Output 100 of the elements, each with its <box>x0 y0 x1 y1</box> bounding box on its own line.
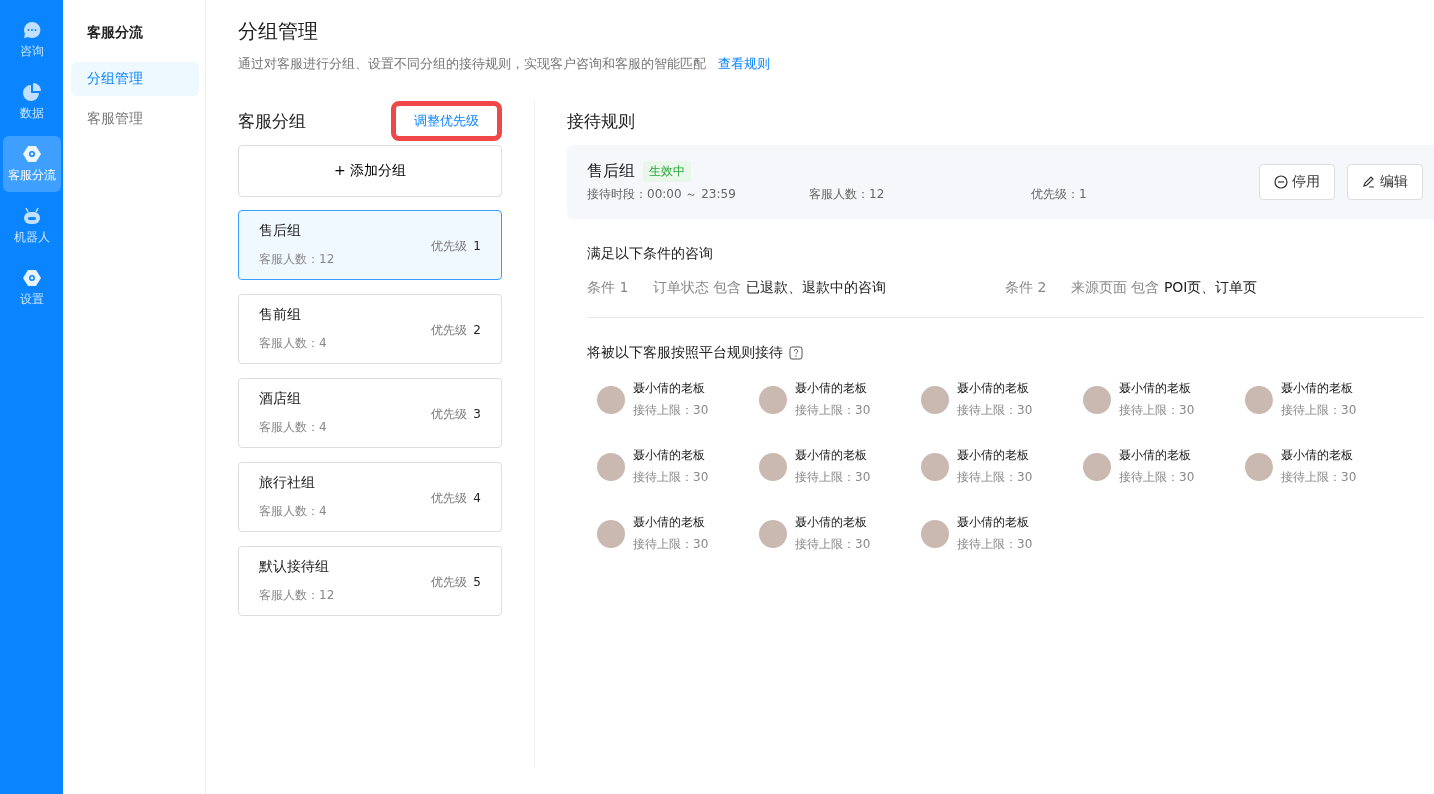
group-card[interactable]: 售前组 客服人数：4 优先级 2 <box>238 294 502 364</box>
priority-label: 优先级 <box>431 239 468 253</box>
agents-title: 将被以下客服按照平台规则接待 <box>587 344 783 362</box>
agent-name: 聂小倩的老板 <box>957 380 1030 397</box>
agent-limit: 接待上限：30 <box>633 403 709 417</box>
agent-name: 聂小倩的老板 <box>633 380 706 397</box>
minus-circle-icon <box>1274 175 1288 189</box>
group-staff-count: 客服人数：4 <box>259 420 327 434</box>
conditions-title: 满足以下条件的咨询 <box>587 245 713 263</box>
page-title: 分组管理 <box>238 18 319 45</box>
adjust-priority-button[interactable]: 调整优先级 <box>391 101 502 141</box>
agent-limit: 接待上限：30 <box>633 470 709 484</box>
nav-rail-item[interactable]: 设置 <box>2 260 61 316</box>
agent-limit: 接待上限：30 <box>1119 470 1195 484</box>
staff-count: 客服人数：12 <box>809 186 886 203</box>
group-card[interactable]: 酒店组 客服人数：4 优先级 3 <box>238 378 502 448</box>
condition-label: 条件 2 <box>1005 279 1048 297</box>
view-rules-link[interactable]: 查看规则 <box>718 55 770 73</box>
hexagon-icon <box>21 144 42 164</box>
submenu-item[interactable]: 分组管理 <box>71 62 199 96</box>
avatar <box>1245 452 1273 481</box>
priority-label: 优先级 <box>431 323 468 337</box>
priority-label: 优先级 <box>431 407 468 421</box>
agent-name: 聂小倩的老板 <box>633 447 706 464</box>
submenu-title: 客服分流 <box>86 24 144 42</box>
agent-name: 聂小倩的老板 <box>795 514 868 531</box>
avatar <box>597 385 625 414</box>
priority-value: 4 <box>473 491 481 505</box>
priority-value: 3 <box>473 407 481 421</box>
action-button[interactable]: 编辑 <box>1347 164 1423 200</box>
nav-rail-item[interactable]: 咨询 <box>2 12 61 68</box>
avatar <box>597 452 625 481</box>
priority-label: 优先级 <box>431 491 468 505</box>
group-card[interactable]: 默认接待组 客服人数：12 优先级 5 <box>238 546 502 616</box>
agent-limit: 接待上限：30 <box>1119 403 1195 417</box>
priority-text: 优先级：1 <box>1031 186 1087 203</box>
condition-operator: 包含 <box>713 279 742 295</box>
condition-label: 条件 1 <box>587 279 630 297</box>
submenu-item[interactable]: 客服管理 <box>71 102 199 136</box>
agent-limit: 接待上限：30 <box>633 537 709 551</box>
agent-name: 聂小倩的老板 <box>633 514 706 531</box>
priority-value: 2 <box>473 323 481 337</box>
group-name: 售后组 <box>259 222 302 240</box>
condition-value: POI页、订单页 <box>1163 279 1258 295</box>
priority-value: 5 <box>473 575 481 589</box>
section-title: 客服分组 <box>238 109 306 133</box>
nav-rail-item[interactable]: 数据 <box>2 74 61 130</box>
agent-limit: 接待上限：30 <box>957 537 1033 551</box>
agent-limit: 接待上限：30 <box>1281 403 1357 417</box>
avatar <box>1083 452 1111 481</box>
avatar <box>921 385 949 414</box>
avatar <box>759 452 787 481</box>
help-icon[interactable] <box>789 346 803 360</box>
group-name: 售前组 <box>259 306 302 324</box>
nav-rail-item[interactable]: 机器人 <box>2 198 61 254</box>
avatar <box>1083 385 1111 414</box>
avatar <box>1245 385 1273 414</box>
condition-value: 已退款、退款中的咨询 <box>745 279 886 295</box>
group-staff-count: 客服人数：12 <box>259 588 335 602</box>
avatar <box>921 519 949 548</box>
group-name: 酒店组 <box>259 390 302 408</box>
status-tag: 生效中 <box>643 161 691 182</box>
agent-limit: 接待上限：30 <box>957 470 1033 484</box>
add-group-button[interactable]: + 添加分组 <box>238 145 502 197</box>
agent-name: 聂小倩的老板 <box>1119 380 1192 397</box>
group-card[interactable]: 售后组 客服人数：12 优先级 1 <box>238 210 502 280</box>
group-card[interactable]: 旅行社组 客服人数：4 优先级 4 <box>238 462 502 532</box>
group-name: 售后组 <box>587 161 635 182</box>
hexagon-icon <box>21 268 42 288</box>
agent-name: 聂小倩的老板 <box>795 447 868 464</box>
agent-limit: 接待上限：30 <box>795 470 871 484</box>
agent-name: 聂小倩的老板 <box>1281 380 1354 397</box>
condition-operator: 包含 <box>1131 279 1160 295</box>
agent-name: 聂小倩的老板 <box>1281 447 1354 464</box>
agent-name: 聂小倩的老板 <box>1119 447 1192 464</box>
action-button[interactable]: 停用 <box>1259 164 1335 200</box>
condition-field: 来源页面 <box>1071 279 1127 295</box>
chat-bubble-icon <box>21 20 42 40</box>
robot-icon <box>21 206 42 226</box>
agent-name: 聂小倩的老板 <box>957 447 1030 464</box>
group-staff-count: 客服人数：4 <box>259 336 327 350</box>
group-name: 默认接待组 <box>259 558 330 576</box>
group-staff-count: 客服人数：4 <box>259 504 327 518</box>
priority-label: 优先级 <box>431 575 468 589</box>
avatar <box>597 519 625 548</box>
reception-hours: 接待时段：00:00 ～ 23:59 <box>587 186 737 203</box>
pencil-icon <box>1362 175 1376 189</box>
section-title: 接待规则 <box>567 109 635 133</box>
agent-name: 聂小倩的老板 <box>795 380 868 397</box>
avatar <box>921 452 949 481</box>
pie-chart-icon <box>21 82 42 102</box>
agent-limit: 接待上限：30 <box>795 537 871 551</box>
avatar <box>759 519 787 548</box>
agent-limit: 接待上限：30 <box>1281 470 1357 484</box>
nav-rail-item[interactable]: 客服分流 <box>2 136 61 192</box>
avatar <box>759 385 787 414</box>
agent-name: 聂小倩的老板 <box>957 514 1030 531</box>
group-name: 旅行社组 <box>259 474 316 492</box>
condition-field: 订单状态 <box>653 279 709 295</box>
agent-limit: 接待上限：30 <box>957 403 1033 417</box>
